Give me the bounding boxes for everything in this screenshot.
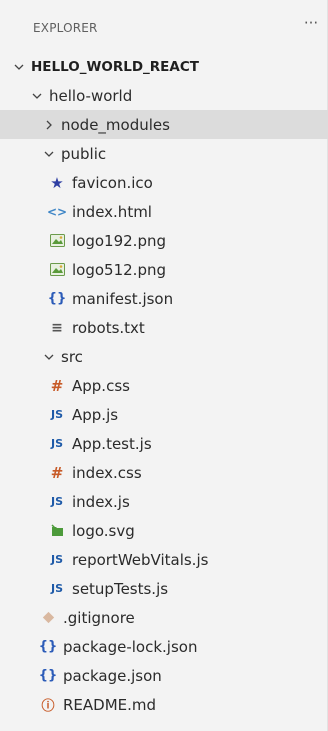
- folder-item[interactable]: src: [0, 342, 328, 371]
- file-item[interactable]: .gitignore: [0, 603, 328, 632]
- chevron-down-icon[interactable]: [40, 148, 58, 160]
- js-icon: JS: [50, 408, 63, 421]
- tree-item-label: index.html: [72, 202, 152, 221]
- file-item[interactable]: JS reportWebVitals.js: [0, 545, 328, 574]
- tree-item-label: src: [61, 347, 83, 366]
- tree-item-label: .gitignore: [63, 608, 135, 627]
- js-icon: JS: [50, 582, 63, 595]
- js-icon: JS: [50, 553, 63, 566]
- file-item[interactable]: JS App.test.js: [0, 429, 328, 458]
- css-hash-icon: #: [50, 463, 64, 482]
- tree-item-label: node_modules: [61, 115, 170, 134]
- tree-item-label: setupTests.js: [72, 579, 169, 598]
- tree-item-label: index.js: [72, 492, 130, 511]
- explorer-title: EXPLORER: [33, 21, 98, 35]
- file-item[interactable]: JS index.js: [0, 487, 328, 516]
- file-item[interactable]: logo512.png: [0, 255, 328, 284]
- tree-item-label: logo.svg: [72, 521, 135, 540]
- tree-item-label: public: [61, 144, 107, 163]
- tree-item-label: App.js: [72, 405, 119, 424]
- tree-item-label: package-lock.json: [63, 637, 198, 656]
- file-item[interactable]: logo192.png: [0, 226, 328, 255]
- star-icon: ★: [50, 173, 64, 192]
- tree-item-label: logo512.png: [72, 260, 166, 279]
- tree-item-label: README.md: [63, 695, 157, 714]
- info-icon: ⓘ: [41, 699, 55, 714]
- css-hash-icon: #: [50, 376, 64, 395]
- git-icon: [40, 611, 56, 624]
- text-lines-icon: ≡: [51, 319, 63, 336]
- html-icon: <>: [46, 204, 68, 219]
- tree-item-label: package.json: [63, 666, 162, 685]
- image-icon: [49, 234, 65, 247]
- explorer-header: EXPLORER ···: [0, 0, 328, 52]
- file-item[interactable]: ⓘ README.md: [0, 690, 328, 719]
- file-tree: HELLO_WORLD_REACT hello-world node_modules…: [0, 52, 328, 719]
- folder-item[interactable]: node_modules: [0, 110, 328, 139]
- tree-item-label: App.css: [72, 376, 130, 395]
- file-item[interactable]: ★ favicon.ico: [0, 168, 328, 197]
- chevron-down-icon[interactable]: [28, 90, 46, 102]
- file-item[interactable]: logo.svg: [0, 516, 328, 545]
- tree-item-label: hello-world: [49, 86, 133, 105]
- file-item[interactable]: {} manifest.json: [0, 284, 328, 313]
- json-icon: {}: [38, 668, 58, 683]
- file-item[interactable]: # index.css: [0, 458, 328, 487]
- json-icon: {}: [38, 639, 58, 654]
- js-icon: JS: [50, 437, 63, 450]
- explorer-panel: EXPLORER ··· HELLO_WORLD_REACT hello-worl…: [0, 0, 328, 731]
- workspace-root[interactable]: HELLO_WORLD_REACT: [0, 52, 328, 81]
- file-item[interactable]: <> index.html: [0, 197, 328, 226]
- tree-item-label: reportWebVitals.js: [72, 550, 209, 569]
- file-item[interactable]: JS setupTests.js: [0, 574, 328, 603]
- tree-item-label: robots.txt: [72, 318, 145, 337]
- chevron-down-icon[interactable]: [40, 351, 58, 363]
- chevron-right-icon[interactable]: [40, 119, 58, 131]
- tree-item-label: HELLO_WORLD_REACT: [31, 58, 199, 75]
- file-item[interactable]: JS App.js: [0, 400, 328, 429]
- tree-item-label: favicon.ico: [72, 173, 153, 192]
- js-icon: JS: [50, 495, 63, 508]
- json-icon: {}: [47, 291, 67, 306]
- file-item[interactable]: {} package-lock.json: [0, 632, 328, 661]
- image-icon: [49, 263, 65, 276]
- file-item[interactable]: {} package.json: [0, 661, 328, 690]
- tree-item-label: logo192.png: [72, 231, 166, 250]
- tree-item-label: manifest.json: [72, 289, 174, 308]
- tree-item-label: index.css: [72, 463, 142, 482]
- file-item[interactable]: # App.css: [0, 371, 328, 400]
- more-actions-button[interactable]: ···: [300, 14, 322, 36]
- folder-item[interactable]: public: [0, 139, 328, 168]
- file-item[interactable]: ≡ robots.txt: [0, 313, 328, 342]
- svg-icon: [49, 523, 65, 538]
- tree-item-label: App.test.js: [72, 434, 152, 453]
- folder-item[interactable]: hello-world: [0, 81, 328, 110]
- chevron-down-icon[interactable]: [10, 61, 28, 73]
